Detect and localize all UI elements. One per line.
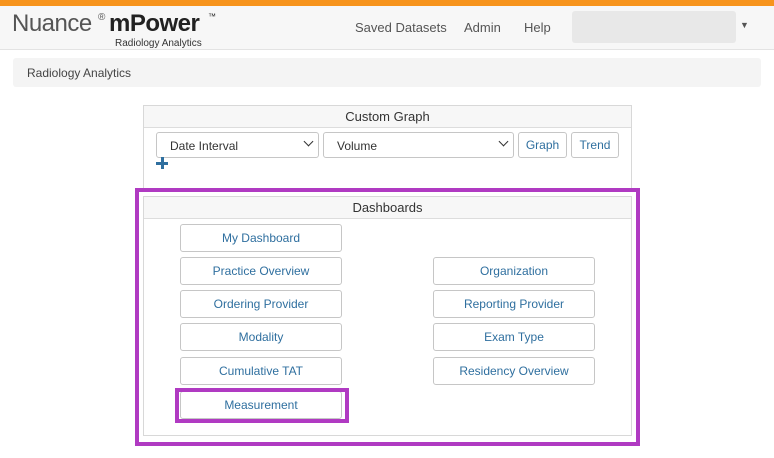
navbar: Nuance ® mPower ™ Radiology Analytics Sa… <box>0 6 774 50</box>
add-plus-icon[interactable] <box>156 157 168 169</box>
date-interval-select[interactable]: Date Interval <box>156 132 319 158</box>
dashboard-modality[interactable]: Modality <box>180 323 342 351</box>
dashboard-exam-type[interactable]: Exam Type <box>433 323 595 351</box>
nav-admin[interactable]: Admin <box>464 20 501 35</box>
chevron-down-icon <box>303 136 314 147</box>
dashboard-residency-overview[interactable]: Residency Overview <box>433 357 595 385</box>
brand-trademark: ™ <box>208 12 216 21</box>
dashboard-ordering-provider[interactable]: Ordering Provider <box>180 290 342 318</box>
dashboard-cumulative-tat[interactable]: Cumulative TAT <box>180 357 342 385</box>
brand-name: Nuance <box>12 10 92 37</box>
caret-down-icon[interactable]: ▼ <box>740 20 749 30</box>
custom-graph-title: Custom Graph <box>144 106 631 128</box>
user-menu[interactable] <box>572 11 736 43</box>
dashboard-organization[interactable]: Organization <box>433 257 595 285</box>
dashboard-practice-overview[interactable]: Practice Overview <box>180 257 342 285</box>
date-interval-value: Date Interval <box>170 139 239 153</box>
metric-value: Volume <box>337 139 378 153</box>
brand-subtitle: Radiology Analytics <box>115 38 202 49</box>
graph-button[interactable]: Graph <box>518 132 567 158</box>
metric-select[interactable]: Volume <box>323 132 514 158</box>
dashboard-measurement[interactable]: Measurement <box>180 391 342 419</box>
brand-registered-mark: ® <box>98 12 106 23</box>
chevron-down-icon <box>498 136 509 147</box>
trend-button[interactable]: Trend <box>571 132 619 158</box>
brand-product: mPower <box>109 10 200 37</box>
breadcrumb: Radiology Analytics <box>13 58 761 87</box>
dashboard-reporting-provider[interactable]: Reporting Provider <box>433 290 595 318</box>
dashboards-title: Dashboards <box>144 197 631 219</box>
nav-saved-datasets[interactable]: Saved Datasets <box>355 20 447 35</box>
brand-logo[interactable]: Nuance ® mPower ™ Radiology Analytics <box>12 10 227 50</box>
breadcrumb-label: Radiology Analytics <box>27 66 132 80</box>
nav-help[interactable]: Help <box>524 20 551 35</box>
dashboard-my-dashboard[interactable]: My Dashboard <box>180 224 342 252</box>
